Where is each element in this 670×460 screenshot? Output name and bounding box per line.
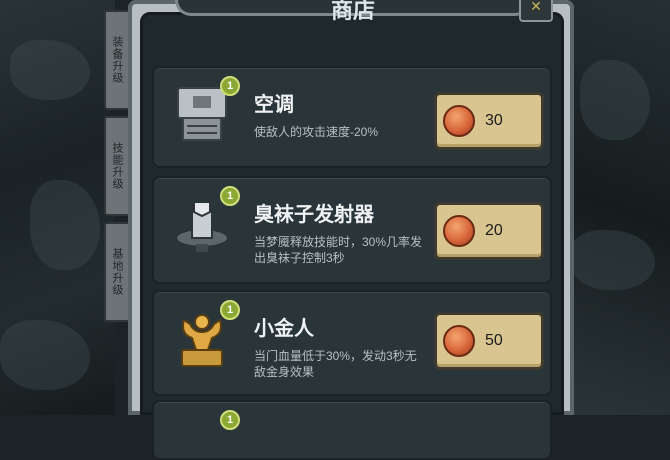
shop-item: 1	[152, 400, 552, 460]
shop-item: 1 小金人 当门血量低于30%，发动3秒无敌金身效果 50	[152, 290, 552, 396]
coin-icon	[443, 105, 475, 137]
item-description: 当梦魇释放技能时，30%几率发出臭袜子控制3秒	[254, 235, 423, 265]
side-tab-skill[interactable]: 技能升级	[104, 116, 130, 216]
item-name: 空调	[254, 94, 294, 116]
item-description: 使敌人的攻击速度-20%	[254, 125, 379, 139]
shop-title: 商店	[330, 0, 375, 23]
buy-button[interactable]: 30	[434, 92, 544, 150]
side-tabs: 装备升级 技能升级 基地升级	[104, 0, 130, 415]
price-label: 20	[485, 222, 503, 239]
side-tab-equipment[interactable]: 装备升级	[104, 10, 130, 110]
title-ribbon: 商店	[175, 0, 531, 22]
shop-item: 1 空调 使敌人的攻击速度-20% 30	[152, 66, 552, 168]
coin-icon	[443, 325, 475, 357]
item-description: 当门血量低于30%，发动3秒无敌金身效果	[254, 349, 417, 379]
price-label: 50	[485, 332, 503, 349]
shop-item: 1 臭袜子发射器 当梦魇释放技能时，30%几率发出臭袜子控制3秒 20	[152, 176, 552, 284]
level-badge: 1	[220, 76, 240, 96]
level-badge: 1	[220, 300, 240, 320]
side-tab-base[interactable]: 基地升级	[104, 222, 130, 322]
price-label: 30	[485, 112, 503, 129]
level-badge: 1	[220, 186, 240, 206]
close-button[interactable]: ✕	[519, 0, 553, 22]
item-name: 臭袜子发射器	[254, 204, 374, 226]
buy-button[interactable]: 50	[434, 312, 544, 370]
background-left	[0, 0, 115, 415]
level-badge: 1	[220, 410, 240, 430]
item-name: 小金人	[254, 318, 314, 340]
coin-icon	[443, 215, 475, 247]
background-right	[560, 0, 670, 415]
buy-button[interactable]: 20	[434, 202, 544, 260]
